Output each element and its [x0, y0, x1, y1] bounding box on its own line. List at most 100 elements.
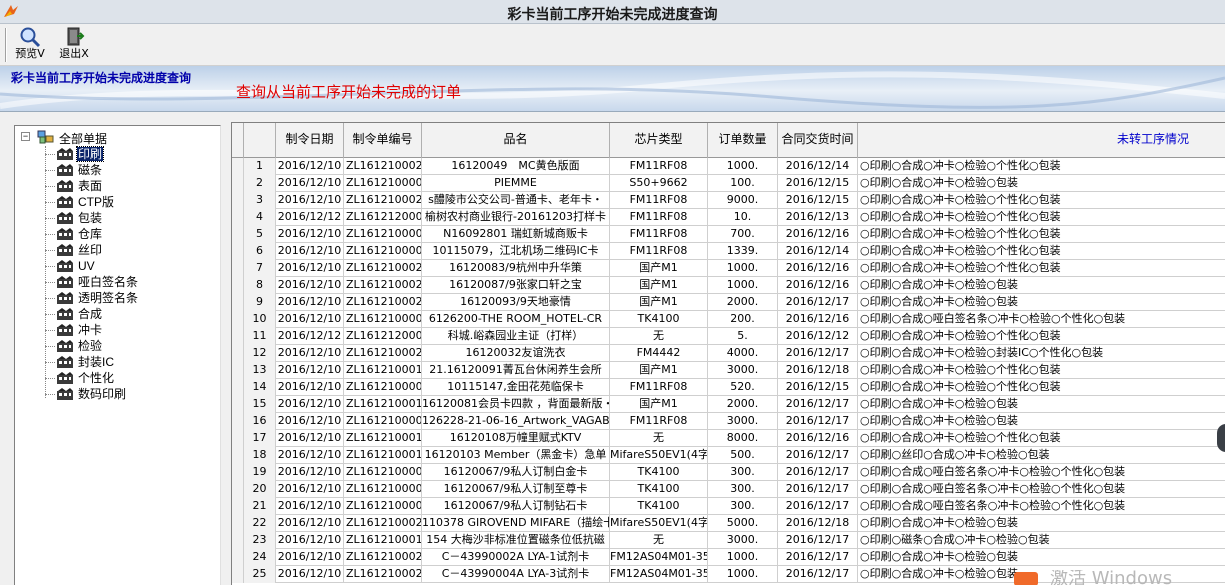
table-cell[interactable]: 2016/12/17 — [778, 532, 858, 549]
table-cell[interactable]: ZL1612100002 — [344, 175, 422, 192]
row-number[interactable]: 23 — [244, 532, 276, 549]
table-cell[interactable]: ZL1612100001 — [344, 243, 422, 260]
column-header[interactable]: 订单数量 — [708, 123, 778, 158]
table-cell[interactable]: ZL1612100009 — [344, 311, 422, 328]
table-cell[interactable]: 2016/12/10 — [276, 481, 344, 498]
row-number[interactable]: 21 — [244, 498, 276, 515]
table-cell[interactable]: 1339. — [708, 243, 778, 260]
row-number[interactable]: 10 — [244, 311, 276, 328]
row-gutter[interactable] — [232, 158, 244, 175]
table-cell[interactable]: 16120067/9私人订制钻石卡 — [422, 498, 610, 515]
row-gutter[interactable] — [232, 532, 244, 549]
table-cell[interactable]: 2016/12/18 — [778, 362, 858, 379]
table-cell[interactable]: 2016/12/16 — [778, 430, 858, 447]
table-row[interactable]: 2 2016/12/10 ZL1612100002 PIEMME S50+9662 100… — [232, 175, 1225, 192]
row-gutter[interactable] — [232, 413, 244, 430]
table-row[interactable]: 13 2016/12/10 ZL1612100015 21.16120091菁瓦台休闲… — [232, 362, 1225, 379]
table-cell[interactable]: 3000. — [708, 413, 778, 430]
table-cell[interactable]: 300. — [708, 481, 778, 498]
row-number-header[interactable] — [244, 123, 276, 158]
table-cell[interactable]: 16120108万幢里赋式KTV — [422, 430, 610, 447]
table-cell[interactable]: ZL1612100006 — [344, 413, 422, 430]
table-cell[interactable]: ○印刷○合成○冲卡○检验○个性化○包装 — [858, 260, 1225, 277]
tree-item[interactable]: 丝印 — [45, 242, 215, 258]
table-cell[interactable]: 2016/12/15 — [778, 192, 858, 209]
row-number[interactable]: 20 — [244, 481, 276, 498]
table-cell[interactable]: ○印刷○合成○冲卡○检验○包装 — [858, 413, 1225, 430]
table-cell[interactable]: ZL1612100013 — [344, 532, 422, 549]
table-cell[interactable]: 国产M1 — [610, 260, 708, 277]
table-cell[interactable]: S50+9662 — [610, 175, 708, 192]
table-cell[interactable]: 1000. — [708, 158, 778, 175]
table-cell[interactable]: ○印刷○合成○冲卡○检验○个性化○包装 — [858, 243, 1225, 260]
table-cell[interactable]: 国产M1 — [610, 396, 708, 413]
row-gutter[interactable] — [232, 311, 244, 328]
tree-item[interactable]: 检验 — [45, 338, 215, 354]
table-row[interactable]: 9 2016/12/10 ZL1612100027 16120093/9天地豪情 国产M… — [232, 294, 1225, 311]
table-cell[interactable]: TK4100 — [610, 464, 708, 481]
table-cell[interactable]: ○印刷○合成○哑白签名条○冲卡○检验○个性化○包装 — [858, 464, 1225, 481]
table-cell[interactable]: 2016/12/10 — [276, 464, 344, 481]
table-cell[interactable]: ○印刷○合成○冲卡○检验○包装 — [858, 515, 1225, 532]
table-cell[interactable]: 2016/12/10 — [276, 566, 344, 583]
scroll-handle[interactable] — [1217, 424, 1225, 452]
table-cell[interactable]: 2016/12/10 — [276, 396, 344, 413]
table-cell[interactable]: 2016/12/10 — [276, 226, 344, 243]
table-cell[interactable]: 2016/12/17 — [778, 413, 858, 430]
table-cell[interactable]: 200. — [708, 311, 778, 328]
table-cell[interactable]: 2016/12/17 — [778, 294, 858, 311]
table-cell[interactable]: 2016/12/17 — [778, 464, 858, 481]
table-row[interactable]: 20 2016/12/10 ZL1612100009 16120067/9私人订制至尊… — [232, 481, 1225, 498]
table-cell[interactable]: ZL1612100026 — [344, 345, 422, 362]
table-cell[interactable]: 8000. — [708, 430, 778, 447]
table-cell[interactable]: 110378 GIROVEND MIFARE（描绘卡） — [422, 515, 610, 532]
tree-item[interactable]: 数码印刷 — [45, 386, 215, 402]
row-number[interactable]: 17 — [244, 430, 276, 447]
tree-item[interactable]: 冲卡 — [45, 322, 215, 338]
row-gutter[interactable] — [232, 260, 244, 277]
table-cell[interactable]: 16120049 MC黄色版面 — [422, 158, 610, 175]
table-cell[interactable]: ZL1612100004 — [344, 226, 422, 243]
table-cell[interactable]: 2016/12/12 — [276, 209, 344, 226]
table-cell[interactable]: 2016/12/14 — [778, 158, 858, 175]
table-cell[interactable]: 2016/12/10 — [276, 362, 344, 379]
row-number[interactable]: 4 — [244, 209, 276, 226]
table-cell[interactable]: FM4442 — [610, 345, 708, 362]
row-number[interactable]: 12 — [244, 345, 276, 362]
table-row[interactable]: 3 2016/12/10 ZL1612100020 s醴陵市公交公司-普通卡、老年卡・… — [232, 192, 1225, 209]
column-header[interactable]: 未转工序情况 — [858, 123, 1225, 158]
row-gutter[interactable] — [232, 243, 244, 260]
table-cell[interactable]: 2016/12/10 — [276, 260, 344, 277]
tree-item[interactable]: 印刷 — [45, 146, 215, 162]
table-cell[interactable]: 2016/12/17 — [778, 498, 858, 515]
table-cell[interactable]: 300. — [708, 498, 778, 515]
table-row[interactable]: 7 2016/12/10 ZL1612100027 16120083/9杭州中升华策国… — [232, 260, 1225, 277]
tree-item[interactable]: 封装IC — [45, 354, 215, 370]
table-cell[interactable]: 2016/12/10 — [276, 311, 344, 328]
table-cell[interactable]: 2016/12/16 — [778, 311, 858, 328]
table-cell[interactable]: 2016/12/17 — [778, 447, 858, 464]
table-cell[interactable]: 16120093/9天地豪情 — [422, 294, 610, 311]
table-cell[interactable]: ○印刷○合成○冲卡○检验○包装 — [858, 396, 1225, 413]
table-cell[interactable]: TK4100 — [610, 481, 708, 498]
table-cell[interactable]: 16120081会员卡四款 ，背面最新版・ — [422, 396, 610, 413]
table-cell[interactable]: 1000. — [708, 260, 778, 277]
table-cell[interactable]: FM11RF08 — [610, 226, 708, 243]
row-number[interactable]: 9 — [244, 294, 276, 311]
table-cell[interactable]: N16092801 瑞虹新城商贩卡 — [422, 226, 610, 243]
table-cell[interactable]: 16120083/9杭州中升华策 — [422, 260, 610, 277]
row-number[interactable]: 15 — [244, 396, 276, 413]
table-row[interactable]: 4 2016/12/12 ZL1612120002 榆树农村商业银行-20161203… — [232, 209, 1225, 226]
row-number[interactable]: 13 — [244, 362, 276, 379]
table-cell[interactable]: ZL1612100027 — [344, 260, 422, 277]
collapse-toggle-icon[interactable]: − — [21, 132, 30, 141]
table-cell[interactable]: ○印刷○合成○冲卡○检验○包装 — [858, 175, 1225, 192]
row-number[interactable]: 2 — [244, 175, 276, 192]
table-cell[interactable]: ○印刷○合成○冲卡○检验○个性化○包装 — [858, 362, 1225, 379]
table-cell[interactable]: 2016/12/10 — [276, 379, 344, 396]
row-gutter[interactable] — [232, 209, 244, 226]
table-cell[interactable]: 2016/12/15 — [778, 379, 858, 396]
table-cell[interactable]: ZL1612100009 — [344, 498, 422, 515]
table-cell[interactable]: ○印刷○合成○冲卡○检验○包装 — [858, 294, 1225, 311]
tree-item[interactable]: 仓库 — [45, 226, 215, 242]
